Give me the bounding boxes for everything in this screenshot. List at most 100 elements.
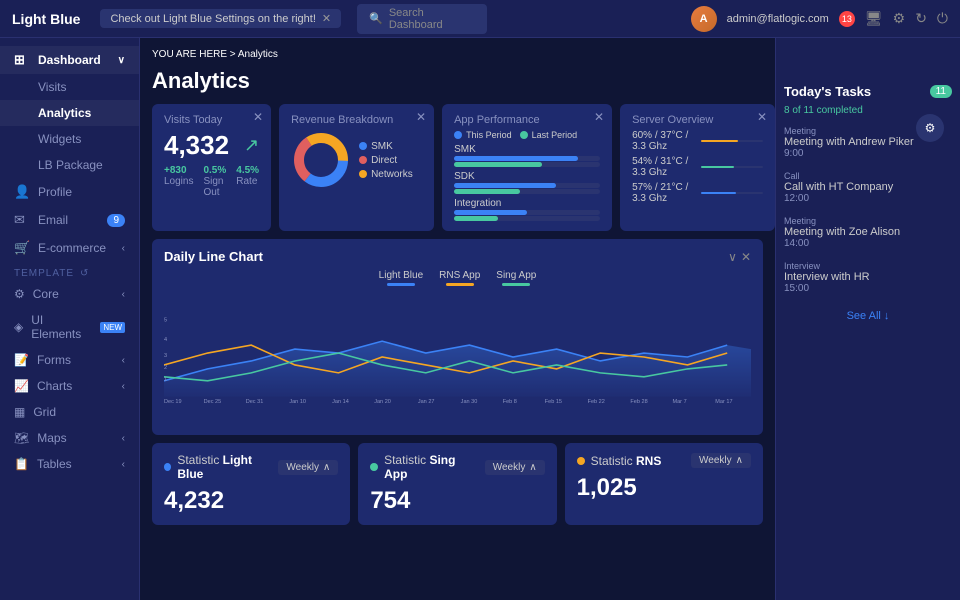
- svg-text:Feb 22: Feb 22: [588, 399, 605, 405]
- sidebar-item-lbpackage[interactable]: LB Package: [0, 152, 139, 178]
- breadcrumb: YOU ARE HERE > Analytics: [152, 46, 763, 60]
- line-chart-svg: Dec 19 Dec 25 Dec 31 Jan 10 Jan 14 Jan 2…: [164, 292, 751, 422]
- close-icon[interactable]: ✕: [757, 110, 767, 124]
- chart-header: Daily Line Chart ∨ ✕: [164, 249, 751, 264]
- stat-title-lb: Statistic Light Blue: [177, 453, 272, 481]
- chevron-down-icon: ∧: [323, 462, 330, 473]
- refresh-icon[interactable]: ↻: [915, 10, 927, 27]
- logo: Light Blue: [12, 11, 80, 27]
- chevron-icon: ∨: [118, 55, 125, 66]
- template-refresh-icon[interactable]: ↺: [80, 268, 89, 279]
- svg-text:Jan 20: Jan 20: [374, 399, 391, 405]
- monitor-icon[interactable]: 🖥: [865, 10, 883, 27]
- avatar: A: [691, 6, 717, 32]
- tab[interactable]: Check out Light Blue Settings on the rig…: [100, 9, 341, 28]
- svg-text:Mar 7: Mar 7: [672, 399, 686, 405]
- close-icon[interactable]: ✕: [416, 110, 426, 124]
- forms-icon: 📝: [14, 353, 29, 367]
- sidebar-item-visits[interactable]: Visits: [0, 74, 139, 100]
- tasks-title: Today's Tasks: [784, 84, 871, 99]
- app-perf-title: App Performance: [454, 114, 600, 126]
- new-badge: NEW: [100, 322, 125, 333]
- svg-text:5: 5: [164, 317, 167, 323]
- close-icon[interactable]: ✕: [594, 110, 604, 124]
- weekly-badge-sing[interactable]: Weekly ∧: [485, 460, 545, 475]
- template-section-header: TEMPLATE ↺: [0, 262, 139, 281]
- sidebar: ⊞ Dashboard ∨ Visits Analytics Widgets L…: [0, 38, 140, 600]
- sidebar-item-profile[interactable]: 👤 Profile: [0, 178, 139, 206]
- line-chart-section: Daily Line Chart ∨ ✕ Light Blue RNS App …: [152, 239, 763, 435]
- stat-rns: Statistic RNS Weekly ∧ 1,025: [565, 443, 763, 525]
- visits-today-card: ✕ Visits Today 4,332 ↗ +830 Logins 0.5% …: [152, 104, 271, 231]
- sidebar-item-email[interactable]: ✉ Email 9: [0, 206, 139, 234]
- sidebar-item-forms[interactable]: 📝 Forms ‹: [0, 347, 139, 373]
- close-icon[interactable]: ✕: [741, 250, 751, 264]
- close-icon[interactable]: ✕: [322, 12, 331, 25]
- server-card: ✕ Server Overview 60% / 37°C / 3.3 Ghz 5…: [620, 104, 775, 231]
- sidebar-item-ecommerce[interactable]: 🛒 E-commerce ‹: [0, 234, 139, 262]
- stat-value-sing: 754: [370, 487, 544, 515]
- search-bar[interactable]: 🔍 Search Dashboard: [357, 4, 487, 34]
- donut-wrap: SMK Direct Networks: [291, 130, 422, 190]
- chart-legend: Light Blue RNS App Sing App: [164, 270, 751, 286]
- chevron-down-icon: ∧: [736, 455, 743, 466]
- search-icon: 🔍: [369, 12, 383, 25]
- topbar: Light Blue Check out Light Blue Settings…: [0, 0, 960, 38]
- notification-badge[interactable]: 13: [839, 11, 855, 27]
- legend-rns: RNS App: [439, 270, 480, 286]
- stat-title-sing: Statistic Sing App: [384, 453, 479, 481]
- perf-bars: SMK SDK Integration: [454, 144, 600, 221]
- sidebar-item-core[interactable]: ⚙ Core ‹: [0, 281, 139, 307]
- settings-gear-icon[interactable]: ⚙: [916, 114, 944, 142]
- signout-stat: 0.5% Sign Out: [203, 165, 226, 198]
- svg-text:Jan 27: Jan 27: [418, 399, 435, 405]
- stat-value-rns: 1,025: [577, 474, 751, 502]
- weekly-badge-rns[interactable]: Weekly ∧: [691, 453, 751, 468]
- power-icon[interactable]: ⏻: [937, 10, 948, 27]
- stat-title-rns: Statistic RNS: [591, 454, 662, 468]
- page-title: Analytics: [152, 68, 763, 94]
- svg-text:Jan 14: Jan 14: [332, 399, 349, 405]
- sidebar-item-maps[interactable]: 🗺 Maps ‹: [0, 425, 139, 451]
- stat-header-rns: Statistic RNS Weekly ∧: [577, 453, 751, 468]
- svg-text:Mar 17: Mar 17: [715, 399, 732, 405]
- svg-text:Feb 15: Feb 15: [545, 399, 562, 405]
- perf-bar-smk: SMK: [454, 144, 600, 167]
- collapse-icon[interactable]: ∨: [728, 250, 737, 264]
- close-icon[interactable]: ✕: [253, 110, 263, 124]
- right-panel: ⚙ Today's Tasks 11 8 of 11 completed Mee…: [775, 38, 960, 600]
- sidebar-item-dashboard[interactable]: ⊞ Dashboard ∨: [0, 46, 139, 74]
- see-all-button[interactable]: See All ↓: [784, 310, 952, 322]
- sidebar-item-analytics[interactable]: Analytics: [0, 100, 139, 126]
- grid-icon: ▦: [14, 405, 25, 419]
- sidebar-label-dashboard: Dashboard: [38, 53, 101, 67]
- stat-dot: [370, 463, 378, 471]
- legend-smk: SMK: [359, 141, 413, 152]
- legend-sing: Sing App: [496, 270, 536, 286]
- sidebar-item-tables[interactable]: 📋 Tables ‹: [0, 451, 139, 477]
- sidebar-label-ecommerce: E-commerce: [38, 241, 106, 255]
- svg-text:3: 3: [164, 353, 167, 359]
- svg-text:Feb 28: Feb 28: [630, 399, 647, 405]
- sidebar-item-widgets[interactable]: Widgets: [0, 126, 139, 152]
- svg-text:Dec 31: Dec 31: [246, 399, 264, 405]
- stat-dot: [164, 463, 171, 471]
- weekly-badge-lb[interactable]: Weekly ∧: [278, 460, 338, 475]
- sidebar-label-lbpackage: LB Package: [38, 158, 103, 172]
- sidebar-item-ui-elements[interactable]: ◈ UI Elements NEW: [0, 307, 139, 347]
- legend-networks: Networks: [359, 169, 413, 180]
- svg-text:2: 2: [164, 365, 167, 371]
- stat-lightblue: Statistic Light Blue Weekly ∧ 4,232: [152, 443, 350, 525]
- sidebar-item-grid[interactable]: ▦ Grid: [0, 399, 139, 425]
- server-title: Server Overview: [632, 114, 763, 126]
- this-period-legend: This Period: [454, 130, 512, 140]
- svg-text:Jan 30: Jan 30: [461, 399, 478, 405]
- stat-header-lb: Statistic Light Blue Weekly ∧: [164, 453, 338, 481]
- settings-icon[interactable]: ⚙: [893, 10, 906, 27]
- stat-header-sing: Statistic Sing App Weekly ∧: [370, 453, 544, 481]
- tasks-header: Today's Tasks 11: [784, 84, 952, 99]
- stat-dot: [577, 457, 585, 465]
- task-item-2: Call Call with HT Company 12:00: [784, 171, 952, 204]
- sidebar-item-charts[interactable]: 📈 Charts ‹: [0, 373, 139, 399]
- server-row-3: 57% / 21°C / 3.3 Ghz: [632, 182, 763, 204]
